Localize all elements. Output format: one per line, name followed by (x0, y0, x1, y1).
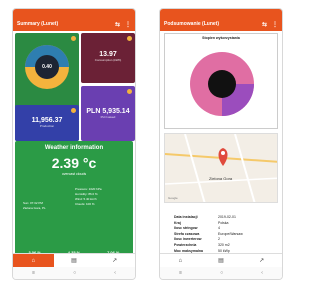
home-circle-icon[interactable]: ○ (73, 270, 76, 276)
consumption-value: 13.97 (99, 51, 117, 58)
installation-info: Data instalacji 2019-02-01 Kraj Polska Ilo… (174, 215, 278, 254)
map-city-label: Zielona Gora (209, 176, 233, 181)
info-icon[interactable] (71, 36, 76, 41)
home-icon: ⌂ (178, 257, 183, 264)
weather-detail: Clouds: 100 % (75, 202, 95, 206)
home-circle-icon[interactable]: ○ (220, 270, 223, 276)
production-tile[interactable]: 11,956.37 Production (15, 105, 79, 141)
savings-tile[interactable]: PLN 5,935.14 PLN saved (81, 86, 135, 141)
nav-charts[interactable]: ↗ (241, 254, 282, 267)
app-bar: Podsumowanie (Lunet) ⇆ ⋮ (160, 17, 282, 31)
gauge-chart (25, 45, 69, 89)
bottom-nav: ⌂ ▤ ↗ (13, 253, 135, 267)
production-label: Production (39, 124, 55, 128)
back-icon[interactable]: ‹ (261, 270, 263, 276)
more-icon[interactable]: ⋮ (272, 21, 278, 28)
menu-icon[interactable]: ≡ (179, 270, 182, 276)
location-map[interactable]: Zielona Gora Google (164, 133, 278, 203)
back-icon[interactable]: ‹ (114, 270, 116, 276)
sync-icon[interactable]: ⇆ (115, 21, 120, 28)
status-bar (13, 9, 135, 17)
info-icon[interactable] (127, 89, 132, 94)
phone-left: Summary (Lunet) ⇆ ⋮ 0.40 13.97 Consumpti… (12, 8, 136, 280)
app-bar: Summary (Lunet) ⇆ ⋮ (13, 17, 135, 31)
savings-label: PLN saved (100, 115, 116, 119)
consumption-tile[interactable]: 13.97 Consumption (kWh) (81, 33, 135, 83)
system-nav: ≡ ○ ‹ (160, 267, 282, 279)
consumption-label: Consumption (kWh) (94, 58, 122, 62)
nav-documents[interactable]: ▤ (201, 254, 242, 267)
menu-icon[interactable]: ≡ (32, 270, 35, 276)
map-pin-icon (218, 148, 228, 166)
status-bar (160, 9, 282, 17)
chart-icon: ↗ (259, 258, 265, 264)
weather-card: Weather information 2.39 °c overcast clo… (15, 141, 133, 261)
usage-donut-chart (190, 52, 254, 116)
info-icon[interactable] (71, 108, 76, 113)
nav-documents[interactable]: ▤ (54, 254, 95, 267)
app-title: Summary (Lunet) (17, 21, 59, 27)
production-value: 11,956.37 (31, 117, 63, 124)
nav-charts[interactable]: ↗ (94, 254, 135, 267)
weather-condition: overcast clouds (61, 172, 87, 176)
gauge-value: 0.40 (42, 64, 52, 70)
more-icon[interactable]: ⋮ (125, 21, 131, 28)
savings-value: PLN 5,935.14 (86, 108, 130, 115)
weather-details: Pressure: 1020 hPa Humidity: 86.0 % Wind… (75, 187, 102, 207)
phone-right: Podsumowanie (Lunet) ⇆ ⋮ Stopien wykorzy… (159, 8, 283, 280)
weather-location: Sun: 07:32 PM Zielona Gora, PL (23, 201, 46, 211)
usage-card: Stopien wykorzystania (164, 33, 278, 129)
weather-title: Weather information (44, 145, 104, 151)
temperature: 2.39 °c (51, 155, 97, 171)
system-nav: ≡ ○ ‹ (13, 267, 135, 279)
bottom-nav: ⌂ ▤ ↗ (160, 253, 282, 267)
nav-home[interactable]: ⌂ (160, 254, 201, 267)
document-icon: ▤ (218, 258, 224, 264)
document-icon: ▤ (71, 258, 77, 264)
home-icon: ⌂ (31, 257, 36, 264)
app-title: Podsumowanie (Lunet) (164, 21, 219, 27)
summary-grid: 0.40 13.97 Consumption (kWh) 11,956.37 P… (13, 31, 135, 149)
chart-icon: ↗ (112, 258, 118, 264)
city: Zielona Gora, PL (23, 206, 46, 210)
info-icon[interactable] (127, 36, 132, 41)
nav-home[interactable]: ⌂ (13, 254, 54, 267)
map-attribution: Google (168, 196, 178, 200)
sync-icon[interactable]: ⇆ (262, 21, 267, 28)
map-roads (165, 134, 277, 202)
